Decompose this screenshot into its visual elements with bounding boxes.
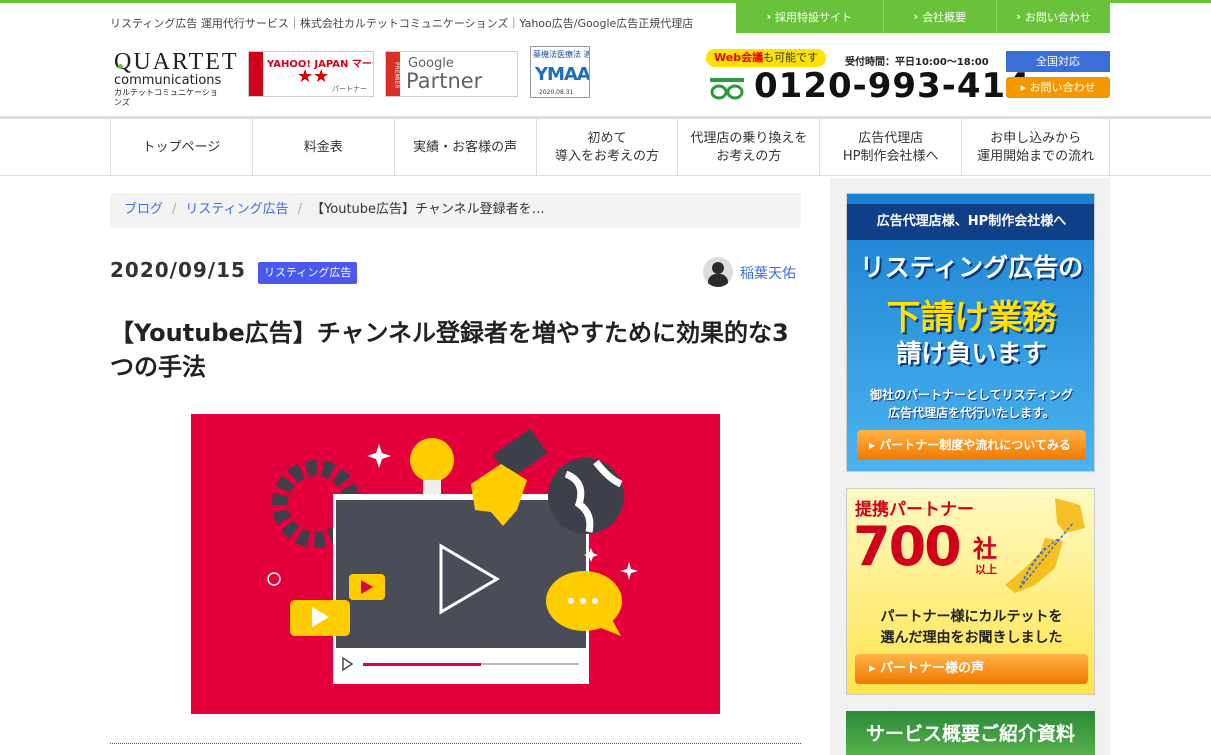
- contact-link[interactable]: › お問い合わせ: [996, 0, 1110, 33]
- freedial-icon: [710, 78, 744, 100]
- article-divider: [110, 743, 801, 744]
- ymaa-badge: 薬機法医療法 適正広告推進者 YMAA 2020.08.31: [530, 46, 590, 98]
- site-tagline: リスティング広告 運用代行サービス｜株式会社カルテットコミュニケーションズ｜Ya…: [110, 17, 694, 30]
- lightbulb-icon: [410, 438, 454, 494]
- nav-item-results[interactable]: 実績・お客様の声: [395, 119, 537, 176]
- service-overview-banner[interactable]: サービス概要ご紹介資料: [846, 711, 1095, 755]
- nav-item-flow[interactable]: お申し込みから 運用開始までの流れ: [962, 119, 1111, 176]
- breadcrumb-current: 【Youtube広告】チャンネル登録者を…: [311, 202, 545, 217]
- article-title: 【Youtube広告】チャンネル登録者を増やすために効果的な3つの手法: [110, 319, 789, 381]
- partner-voice-button[interactable]: ▸ パートナー様の声: [855, 654, 1088, 684]
- partner-system-button[interactable]: ▸ パートナー制度や流れについてみる: [857, 430, 1086, 460]
- chevron-right-icon: ▸: [1020, 81, 1030, 94]
- web-meeting-pill: Web会議も可能です: [706, 49, 827, 67]
- recruit-link[interactable]: › 採用特設サイト: [736, 0, 883, 33]
- breadcrumb-blog[interactable]: ブログ: [124, 202, 163, 217]
- author-name[interactable]: 稲葉天佑: [740, 263, 796, 283]
- chevron-right-icon: ›: [913, 10, 919, 23]
- chevron-right-icon: ›: [766, 10, 772, 23]
- article-hero-image: [191, 414, 720, 714]
- logo-dot-icon: [118, 64, 123, 69]
- nav-item-switch-agency[interactable]: 代理店の乗り換えを お考えの方: [678, 119, 821, 176]
- nav-item-agencies[interactable]: 広告代理店 HP制作会社様へ: [820, 119, 963, 176]
- author-avatar[interactable]: [703, 257, 733, 287]
- category-tag[interactable]: リスティング広告: [258, 262, 358, 284]
- breadcrumb: ブログ / リスティング広告 / 【Youtube広告】チャンネル登録者を…: [110, 193, 801, 228]
- post-date: 2020/09/15: [110, 258, 246, 282]
- main-navigation: トップページ 料金表 実績・お客様の声 初めて 導入をお考えの方 代理店の乗り換…: [0, 116, 1211, 176]
- japan-map-icon: [1005, 498, 1085, 593]
- top-links-bar: › 採用特設サイト › 会社概要 › お問い合わせ: [736, 0, 1110, 33]
- video-marketing-illustration: [267, 428, 638, 684]
- partner-voice-banner[interactable]: 提携パートナー 700 社 以上 パートナー様にカルテットを 選んだ理由をお聞き…: [846, 488, 1095, 695]
- nav-item-top[interactable]: トップページ: [111, 119, 253, 176]
- globe-icon: [548, 458, 624, 534]
- agency-partner-banner[interactable]: 広告代理店様、HP制作会社様へ リスティング広告の 下請け業務 請け負います 御…: [846, 193, 1095, 472]
- star-icon: ★★: [297, 66, 330, 87]
- company-link[interactable]: › 会社概要: [882, 0, 997, 33]
- nav-item-pricing[interactable]: 料金表: [253, 119, 395, 176]
- google-partner-badge: PREMIER Google Partner: [385, 51, 518, 97]
- contact-button[interactable]: ▸ お問い合わせ: [1006, 77, 1110, 98]
- yahoo-partner-badge: YAHOO! JAPAN マーケティングソリューション ★★ パートナー: [248, 51, 374, 97]
- site-logo[interactable]: QUARTET communications カルテットコミュニケーションズ: [114, 50, 237, 107]
- breadcrumb-listing[interactable]: リスティング広告: [185, 202, 288, 217]
- nationwide-label: 全国対応: [1006, 51, 1110, 72]
- phone-number[interactable]: 0120-993-414: [754, 66, 1031, 106]
- chevron-right-icon: ›: [1016, 10, 1021, 23]
- nav-item-first-time[interactable]: 初めて 導入をお考えの方: [537, 119, 679, 176]
